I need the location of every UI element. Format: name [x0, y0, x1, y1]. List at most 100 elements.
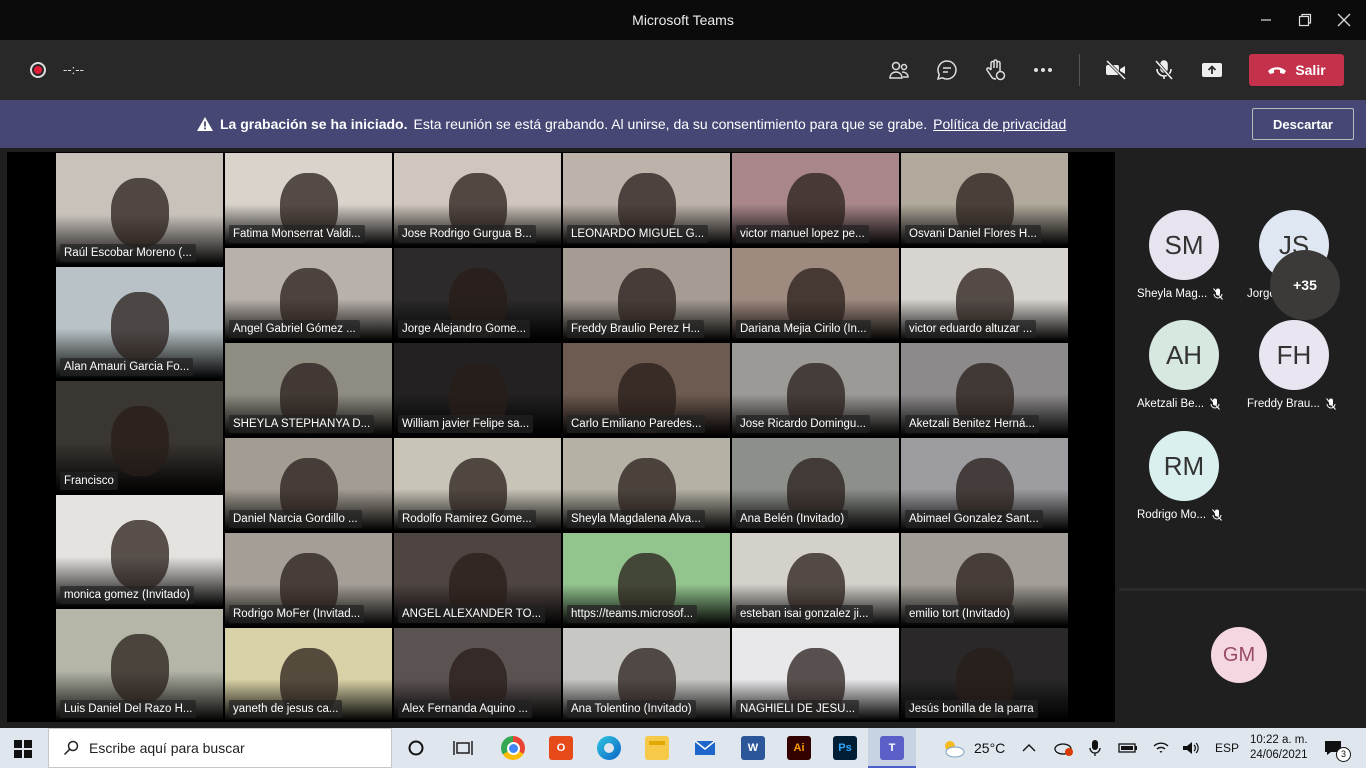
- video-tile[interactable]: monica gomez (Invitado): [55, 494, 224, 608]
- video-tile[interactable]: Alan Amauri Garcia Fo...: [55, 266, 224, 380]
- edge-app[interactable]: [597, 736, 621, 760]
- video-tile[interactable]: victor eduardo altuzar ...: [900, 247, 1069, 342]
- participant-name-label: Alan Amauri Garcia Fo...: [60, 358, 194, 376]
- illustrator-app[interactable]: Ai: [787, 736, 811, 760]
- video-tile[interactable]: ANGEL ALEXANDER TO...: [393, 532, 562, 627]
- video-tile[interactable]: Dariana Mejia Cirilo (In...: [731, 247, 900, 342]
- teams-app-active[interactable]: T: [868, 728, 916, 768]
- video-tile[interactable]: Angel Gabriel Gómez ...: [224, 247, 393, 342]
- participant-card[interactable]: AH Aketzali Be...: [1129, 320, 1239, 410]
- participant-name-row: Sheyla Mag...: [1129, 288, 1239, 300]
- taskbar-search[interactable]: Escribe aquí para buscar: [48, 728, 392, 768]
- battery-tray[interactable]: [1118, 728, 1138, 768]
- video-tile[interactable]: Sheyla Magdalena Alva...: [562, 437, 731, 532]
- illustrator-icon: Ai: [793, 742, 805, 754]
- chat-button[interactable]: [933, 56, 961, 84]
- leave-button[interactable]: Salir: [1249, 54, 1344, 86]
- video-tile[interactable]: Rodrigo MoFer (Invitad...: [224, 532, 393, 627]
- video-tile[interactable]: Ana Belén (Invitado): [731, 437, 900, 532]
- video-tile[interactable]: Aketzali Benitez Herná...: [900, 342, 1069, 437]
- video-tile[interactable]: Alex Fernanda Aquino ...: [393, 627, 562, 722]
- mail-app[interactable]: [693, 736, 717, 760]
- participant-card[interactable]: RM Rodrigo Mo...: [1129, 431, 1239, 521]
- cortana-button[interactable]: [404, 736, 428, 760]
- onedrive-tray[interactable]: [1054, 728, 1074, 768]
- notification-count: 3: [1336, 746, 1351, 762]
- overflow-count[interactable]: +35: [1270, 250, 1340, 320]
- close-button[interactable]: [1322, 4, 1366, 36]
- video-tile[interactable]: Ana Tolentino (Invitado): [562, 627, 731, 722]
- video-tile[interactable]: Fatima Monserrat Valdi...: [224, 152, 393, 247]
- panel-divider: [1119, 588, 1366, 591]
- video-tile[interactable]: Raúl Escobar Moreno (...: [55, 152, 224, 266]
- edge-icon: [604, 743, 614, 753]
- participant-name: Aketzali Be...: [1137, 398, 1205, 410]
- microphone-icon: [1089, 740, 1101, 756]
- reactions-button[interactable]: [981, 56, 1009, 84]
- self-avatar: GM: [1211, 627, 1267, 683]
- share-screen-button[interactable]: [1198, 56, 1226, 84]
- chrome-app[interactable]: [501, 736, 525, 760]
- office-app[interactable]: O: [549, 736, 573, 760]
- video-tile[interactable]: NAGHIELI DE JESU...: [731, 627, 900, 722]
- more-icon: [1034, 68, 1052, 72]
- video-tile[interactable]: Jose Ricardo Domingu...: [731, 342, 900, 437]
- video-tile[interactable]: Abimael Gonzalez Sant...: [900, 437, 1069, 532]
- mic-off-icon: [1325, 398, 1336, 410]
- show-hidden-icons[interactable]: [1022, 728, 1036, 768]
- video-tile[interactable]: Jorge Alejandro Gome...: [393, 247, 562, 342]
- word-app[interactable]: W: [741, 736, 765, 760]
- video-tile[interactable]: https://teams.microsof...: [562, 532, 731, 627]
- video-tile[interactable]: yaneth de jesus ca...: [224, 627, 393, 722]
- video-tile[interactable]: Rodolfo Ramirez Gome...: [393, 437, 562, 532]
- participant-name-label: Sheyla Magdalena Alva...: [567, 510, 705, 528]
- photoshop-app[interactable]: Ps: [833, 736, 857, 760]
- banner-message: La grabación se ha iniciado. Esta reunió…: [196, 116, 1066, 132]
- dismiss-button[interactable]: Descartar: [1252, 108, 1354, 140]
- video-tile[interactable]: emilio tort (Invitado): [900, 532, 1069, 627]
- more-actions-button[interactable]: [1029, 56, 1057, 84]
- participant-name-label: Ana Belén (Invitado): [736, 510, 849, 528]
- participant-name-label: ANGEL ALEXANDER TO...: [398, 605, 546, 623]
- task-view-button[interactable]: [451, 736, 475, 760]
- maximize-button[interactable]: [1283, 4, 1327, 36]
- video-tile[interactable]: Carlo Emiliano Paredes...: [562, 342, 731, 437]
- video-tile[interactable]: Luis Daniel Del Razo H...: [55, 608, 224, 722]
- camera-toggle-button[interactable]: [1102, 56, 1130, 84]
- video-tile[interactable]: esteban isai gonzalez ji...: [731, 532, 900, 627]
- notification-center[interactable]: 3: [1324, 728, 1357, 768]
- close-icon: [1337, 13, 1351, 27]
- volume-tray[interactable]: [1182, 728, 1200, 768]
- participant-name-label: Osvani Daniel Flores H...: [905, 225, 1041, 243]
- network-tray[interactable]: [1152, 728, 1170, 768]
- video-tile[interactable]: Freddy Braulio Perez H...: [562, 247, 731, 342]
- meeting-timer: --:--: [63, 62, 84, 77]
- video-tile[interactable]: Jesús bonilla de la parra: [900, 627, 1069, 722]
- overflow-participants[interactable]: +35: [1250, 250, 1360, 320]
- mic-off-icon: [1213, 288, 1224, 300]
- windows-icon: [14, 740, 32, 758]
- video-tile[interactable]: Osvani Daniel Flores H...: [900, 152, 1069, 247]
- participant-card[interactable]: FH Freddy Brau...: [1239, 320, 1349, 410]
- participant-card[interactable]: SM Sheyla Mag...: [1129, 210, 1239, 300]
- clock[interactable]: 10:22 a. m. 24/06/2021: [1250, 728, 1308, 768]
- privacy-policy-link[interactable]: Política de privacidad: [933, 116, 1066, 132]
- video-tile[interactable]: William javier Felipe sa...: [393, 342, 562, 437]
- input-language[interactable]: ESP: [1215, 728, 1239, 768]
- video-tile[interactable]: Jose Rodrigo Gurgua B...: [393, 152, 562, 247]
- start-button[interactable]: [14, 740, 32, 763]
- video-tile[interactable]: LEONARDO MIGUEL G...: [562, 152, 731, 247]
- mic-toggle-button[interactable]: [1150, 56, 1178, 84]
- video-tile[interactable]: victor manuel lopez pe...: [731, 152, 900, 247]
- clock-date: 24/06/2021: [1250, 749, 1308, 761]
- video-tile[interactable]: Daniel Narcia Gordillo ...: [224, 437, 393, 532]
- microphone-tray[interactable]: [1088, 728, 1102, 768]
- minimize-button[interactable]: [1244, 4, 1288, 36]
- participants-button[interactable]: [885, 56, 913, 84]
- weather-widget[interactable]: 25°C: [940, 728, 1005, 768]
- file-explorer-app[interactable]: [645, 736, 669, 760]
- participants-panel: SMSheyla Mag...JSJorge Aleja...AHAketzal…: [1119, 152, 1366, 722]
- video-tile[interactable]: SHEYLA STEPHANYA D...: [224, 342, 393, 437]
- video-tile[interactable]: Francisco: [55, 380, 224, 494]
- battery-icon: [1118, 743, 1137, 753]
